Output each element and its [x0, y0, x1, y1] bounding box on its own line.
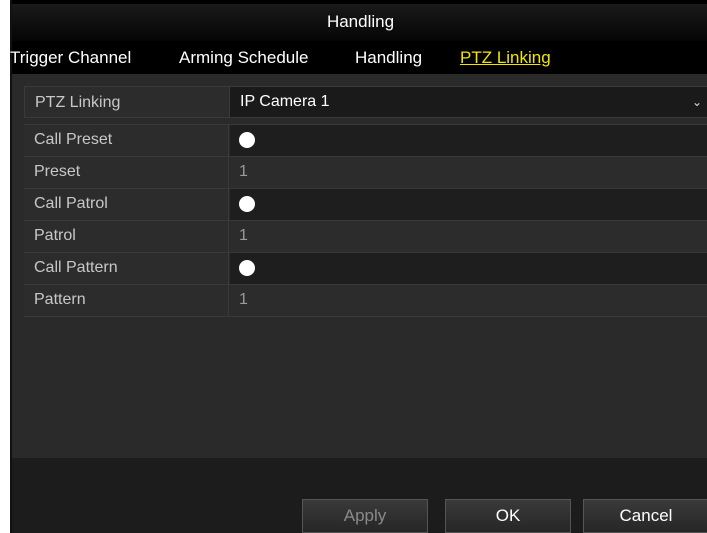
call-patrol-label: Call Patrol: [24, 189, 229, 220]
call-pattern-radio[interactable]: [239, 260, 255, 276]
dialog-title: Handling: [12, 0, 707, 42]
camera-select-value: IP Camera 1: [240, 93, 330, 110]
call-patrol-row: Call Patrol: [24, 188, 707, 220]
handling-dialog: Handling Trigger Channel Arming Schedule…: [10, 0, 707, 533]
tab-handling[interactable]: Handling: [355, 42, 422, 74]
call-pattern-label: Call Pattern: [24, 253, 229, 284]
ok-button[interactable]: OK: [445, 499, 571, 533]
ptz-linking-row: PTZ Linking IP Camera 1 ⌄: [24, 86, 707, 118]
dialog-footer: Apply OK Cancel: [12, 458, 707, 533]
ptz-linking-panel: PTZ Linking IP Camera 1 ⌄ Call Preset Pr…: [12, 74, 707, 458]
patrol-value[interactable]: 1: [230, 221, 707, 252]
call-pattern-row: Call Pattern: [24, 252, 707, 284]
pattern-value[interactable]: 1: [230, 285, 707, 316]
call-patrol-radio[interactable]: [239, 196, 255, 212]
tab-ptz-linking[interactable]: PTZ Linking: [460, 42, 551, 74]
patrol-row: Patrol 1: [24, 220, 707, 252]
call-preset-radio[interactable]: [239, 132, 255, 148]
camera-select[interactable]: IP Camera 1 ⌄: [229, 86, 707, 118]
cancel-button[interactable]: Cancel: [583, 499, 707, 533]
patrol-label: Patrol: [24, 221, 229, 252]
pattern-row: Pattern 1: [24, 284, 707, 317]
preset-label: Preset: [24, 157, 229, 188]
tab-bar: Trigger Channel Arming Schedule Handling…: [10, 42, 707, 74]
ptz-linking-label: PTZ Linking: [24, 86, 229, 118]
preset-row: Preset 1: [24, 156, 707, 188]
pattern-label: Pattern: [24, 285, 229, 316]
chevron-down-icon[interactable]: ⌄: [692, 87, 702, 117]
tab-arming-schedule[interactable]: Arming Schedule: [179, 42, 308, 74]
call-preset-row: Call Preset: [24, 124, 707, 156]
tab-trigger-channel[interactable]: Trigger Channel: [10, 42, 131, 74]
call-preset-label: Call Preset: [24, 125, 229, 156]
preset-value[interactable]: 1: [230, 157, 707, 188]
apply-button[interactable]: Apply: [302, 499, 428, 533]
